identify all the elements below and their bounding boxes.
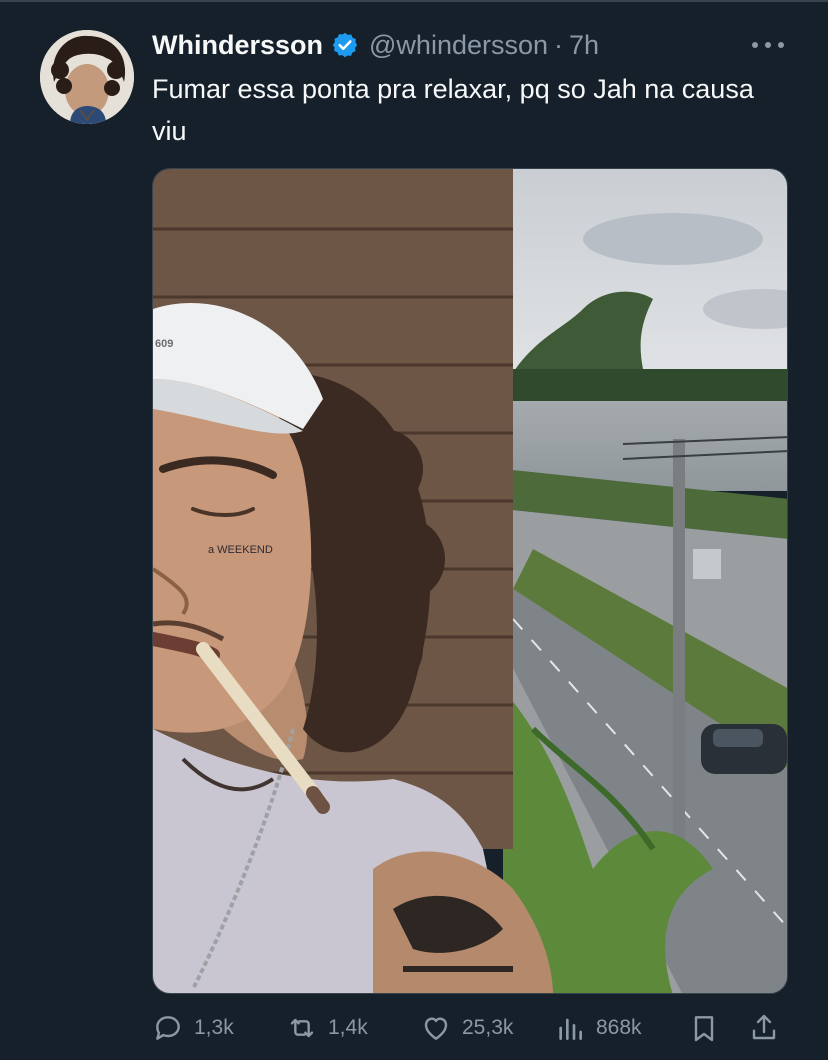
tweet[interactable]: Whindersson @whindersson · 7h Fumar essa…	[0, 0, 828, 1060]
avatar-image	[40, 30, 134, 124]
avatar[interactable]	[40, 30, 134, 124]
photo-illustration: a WEEKEND 609	[153, 169, 787, 993]
bookmark-icon	[694, 1016, 714, 1042]
tweet-header: Whindersson @whindersson · 7h	[152, 28, 599, 62]
like-count: 25,3k	[462, 1016, 514, 1039]
timestamp[interactable]: 7h	[569, 30, 599, 61]
face-tattoo: a WEEKEND	[208, 544, 273, 556]
views-button[interactable]: 868k	[554, 1008, 642, 1048]
more-dots-icon[interactable]	[748, 30, 788, 60]
repost-count: 1,4k	[328, 1016, 368, 1039]
heart-icon	[424, 1017, 448, 1040]
tweet-photo[interactable]: a WEEKEND 609	[152, 168, 788, 994]
reply-button[interactable]: 1,3k	[152, 1008, 234, 1048]
separator-dot: ·	[554, 29, 564, 60]
user-handle[interactable]: @whindersson	[369, 30, 548, 61]
reply-count: 1,3k	[194, 1016, 234, 1039]
cap-text: 609	[155, 338, 173, 350]
share-button[interactable]	[748, 1008, 780, 1048]
views-chart-icon	[559, 1018, 582, 1040]
tweet-text: Fumar essa ponta pra relaxar, pq so Jah …	[152, 74, 754, 146]
verified-badge-icon[interactable]	[331, 31, 359, 59]
repost-icon	[290, 1018, 314, 1038]
bookmark-button[interactable]	[688, 1008, 720, 1048]
display-name[interactable]: Whindersson	[152, 30, 323, 61]
views-count: 868k	[596, 1016, 642, 1039]
action-bar: 1,3k 1,4k 25,3k 868k	[152, 1008, 788, 1048]
like-button[interactable]: 25,3k	[420, 1008, 513, 1048]
reply-icon	[156, 1016, 180, 1040]
share-icon	[752, 1014, 776, 1040]
repost-button[interactable]: 1,4k	[286, 1008, 368, 1048]
